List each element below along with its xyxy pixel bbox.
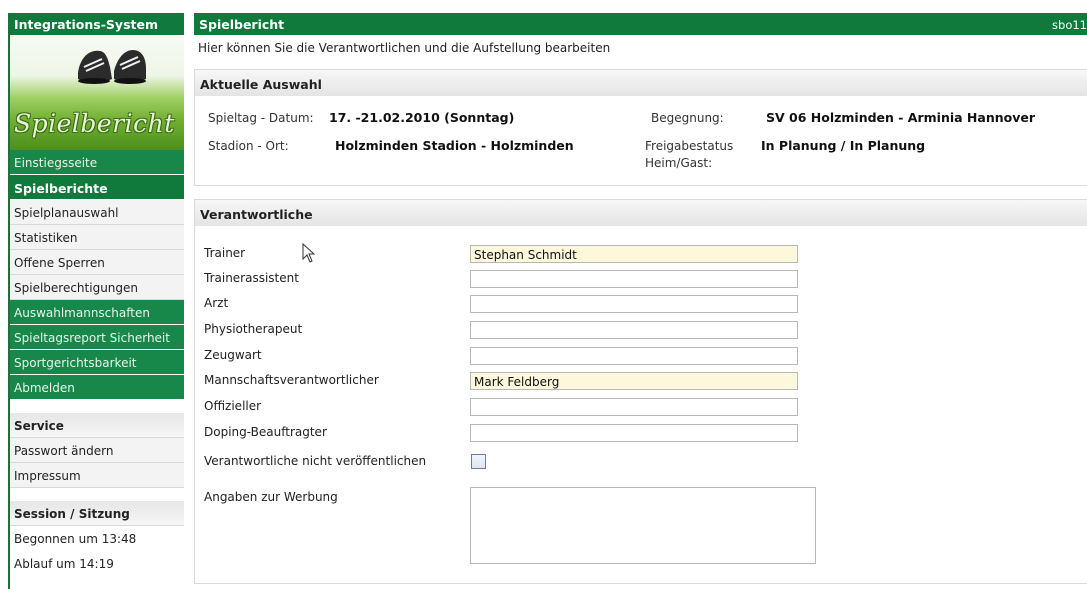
sidebar-item-abmelden[interactable]: Abmelden (10, 375, 184, 400)
session-expires: Ablauf um 14:19 (10, 551, 184, 576)
sidebar-item-spielberichte[interactable]: Spielberichte (10, 175, 184, 200)
advertising-label: Angaben zur Werbung (204, 490, 338, 504)
sidebar-item-auswahlmannschaften[interactable]: Auswahlmannschaften (10, 300, 184, 325)
banner: Spielbericht (10, 35, 184, 150)
sidebar-item-spieltagsreport-sicherheit[interactable]: Spieltagsreport Sicherheit (10, 325, 184, 350)
release-value: In Planung / In Planung (761, 138, 926, 153)
mannschaftsverantwortlicher-label: Mannschaftsverantwortlicher (204, 373, 379, 387)
responsible-title: Verantwortliche (195, 200, 1087, 226)
offizieller-input[interactable] (470, 398, 798, 416)
trainer-input[interactable]: Stephan Schmidt (470, 245, 798, 263)
sidebar-item-einstiegsseite[interactable]: Einstiegsseite (10, 150, 184, 175)
current-selection-panel: Aktuelle Auswahl Spieltag - Datum: 17. -… (194, 69, 1087, 186)
no-publish-label: Verantwortliche nicht veröffentlichen (204, 454, 427, 468)
physiotherapeut-label: Physiotherapeut (204, 322, 303, 336)
arzt-label: Arzt (204, 296, 229, 310)
current-selection-title: Aktuelle Auswahl (195, 70, 1087, 96)
release-label: Freigabestatus (645, 139, 734, 153)
matchday-label: Spieltag - Datum: (208, 111, 314, 125)
page-titlebar: Spielbericht sbo11 (194, 13, 1087, 35)
page-title: Spielbericht (199, 17, 285, 32)
match-value: SV 06 Holzminden - Arminia Hannover (766, 110, 1036, 125)
advertising-textarea[interactable] (470, 487, 816, 564)
sidebar-item-spielplanauswahl[interactable]: Spielplanauswahl (10, 200, 184, 225)
trainerassistent-label: Trainerassistent (204, 271, 299, 285)
sidebar-item-offene-sperren[interactable]: Offene Sperren (10, 250, 184, 275)
venue-label: Stadion - Ort: (208, 139, 289, 153)
sidebar: Integrations-System Spielbericht Einstie… (8, 13, 184, 589)
sidebar-item-statistiken[interactable]: Statistiken (10, 225, 184, 250)
mannschaftsverantwortlicher-input[interactable]: Mark Feldberg (470, 372, 798, 390)
zeugwart-label: Zeugwart (204, 348, 262, 362)
sidebar-menu: Einstiegsseite Spielberichte Spielplanausw… (10, 150, 184, 400)
offizieller-label: Offizieller (204, 399, 262, 413)
session-started: Begonnen um 13:48 (10, 526, 184, 551)
sidebar-item-sportgerichtsbarkeit[interactable]: Sportgerichtsbarkeit (10, 350, 184, 375)
match-label: Begegnung: (651, 111, 724, 125)
venue-value: Holzminden Stadion - Holzminden (335, 138, 574, 153)
intro-text: Hier können Sie die Verantwortlichen und… (198, 41, 611, 55)
session-heading: Session / Sitzung (10, 501, 184, 526)
zeugwart-input[interactable] (470, 347, 798, 365)
sidebar-item-password[interactable]: Passwort ändern (10, 438, 184, 463)
sidebar-item-impressum[interactable]: Impressum (10, 463, 184, 488)
page-code: sbo11 (1052, 18, 1087, 32)
arzt-input[interactable] (470, 295, 798, 313)
football-boots-icon (78, 49, 146, 84)
trainerassistent-input[interactable] (470, 270, 798, 288)
doping-beauftragter-input[interactable] (470, 424, 798, 442)
sidebar-item-spielberechtigungen[interactable]: Spielberechtigungen (10, 275, 184, 300)
banner-title: Spielbericht (14, 109, 175, 138)
matchday-value: 17. -21.02.2010 (Sonntag) (329, 110, 515, 125)
app-title: Integrations-System (10, 13, 184, 35)
responsible-panel: Verantwortliche Trainer Stephan Schmidt Tr… (194, 199, 1087, 584)
mouse-pointer-icon (302, 243, 316, 263)
trainer-label: Trainer (204, 246, 246, 260)
release-label-2: Heim/Gast: (645, 156, 713, 170)
physiotherapeut-input[interactable] (470, 321, 798, 339)
no-publish-checkbox[interactable] (471, 454, 486, 469)
service-heading: Service (10, 413, 184, 438)
doping-beauftragter-label: Doping-Beauftragter (204, 425, 327, 439)
